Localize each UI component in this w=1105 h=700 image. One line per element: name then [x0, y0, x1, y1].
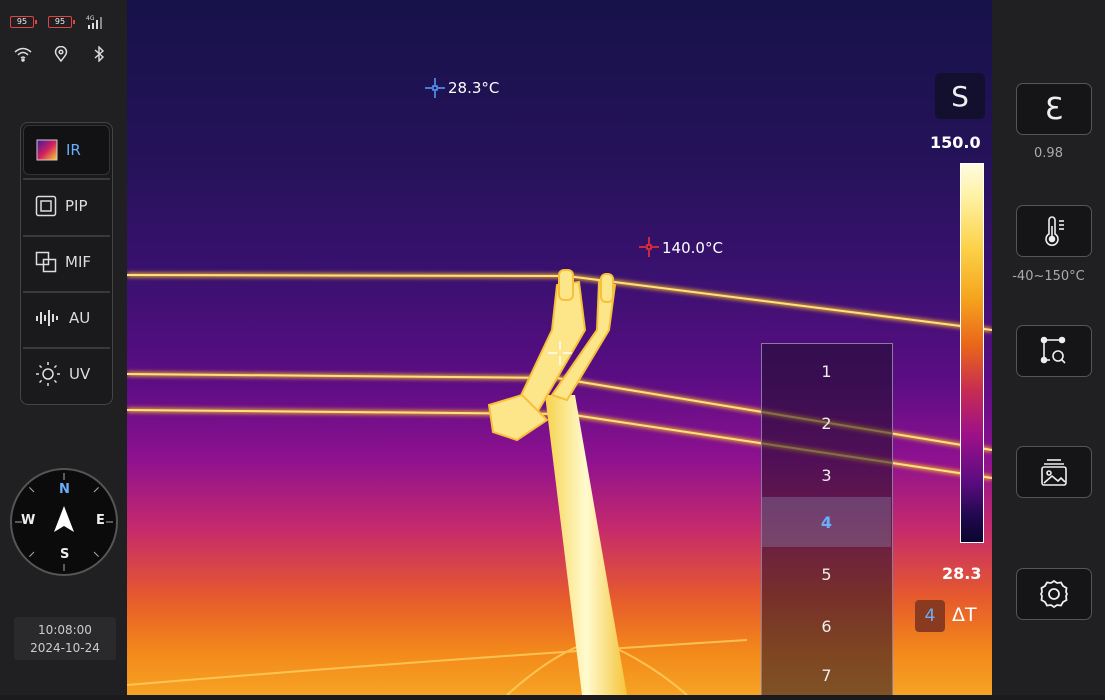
- mif-mode-icon: [35, 251, 57, 273]
- scale-max-value[interactable]: 150.0: [930, 133, 981, 152]
- min-temp-label: 28.3°C: [448, 79, 500, 97]
- time-text: 10:08:00: [38, 623, 92, 637]
- picker-option[interactable]: 3: [762, 450, 891, 500]
- battery-1-icon: 95: [10, 16, 37, 28]
- picker-option-selected[interactable]: 4: [762, 497, 891, 547]
- mode-selector: IR PIP MIF AU UV: [20, 122, 113, 405]
- compass-west: W: [21, 513, 36, 528]
- picker-option[interactable]: 2: [762, 398, 891, 448]
- compass-north: N: [59, 482, 70, 497]
- emissivity-value: 0.98: [1034, 146, 1063, 161]
- picker-option[interactable]: 6: [762, 601, 891, 651]
- max-temp-crosshair-icon: [639, 237, 659, 257]
- mode-button-mif[interactable]: MIF: [23, 237, 110, 287]
- battery-2-level: 95: [54, 17, 66, 26]
- thermometer-icon: [1045, 216, 1064, 246]
- emissivity-icon: Ɛ: [1044, 91, 1064, 127]
- scale-mode-glyph: S: [951, 79, 969, 113]
- measure-search-icon: [1040, 336, 1066, 364]
- center-crosshair-icon: [548, 341, 572, 365]
- settings-button[interactable]: [1016, 568, 1092, 620]
- mode-divider: [23, 178, 110, 180]
- mode-button-pip[interactable]: PIP: [23, 181, 110, 231]
- sun-uv-icon: [36, 362, 60, 386]
- color-palette-bar: [960, 163, 984, 543]
- compass: N E S W: [10, 468, 118, 576]
- mode-label-ir: IR: [66, 141, 81, 159]
- status-row-top: 95 95 4G: [10, 14, 104, 30]
- gear-icon: [1039, 579, 1069, 609]
- mode-label-mif: MIF: [65, 253, 91, 271]
- datetime-display: 10:08:00 2024-10-24: [14, 617, 116, 660]
- gallery-icon: [1041, 459, 1067, 486]
- scale-min-value[interactable]: 28.3: [942, 564, 981, 583]
- audio-waveform-icon: [36, 310, 58, 326]
- temperature-range-value: -40~150°C: [1012, 269, 1085, 284]
- mode-button-uv[interactable]: UV: [23, 349, 110, 399]
- measurement-tools-button[interactable]: [1016, 325, 1092, 377]
- bluetooth-icon: [90, 46, 108, 62]
- location-icon: [52, 46, 70, 62]
- mode-label-pip: PIP: [65, 197, 88, 215]
- emissivity-button[interactable]: Ɛ: [1016, 83, 1092, 135]
- battery-2-icon: 95: [48, 16, 75, 28]
- delta-t-label[interactable]: ΔT: [952, 604, 977, 626]
- compass-east: E: [96, 513, 105, 528]
- cellular-signal-icon: 4G: [86, 14, 104, 30]
- mode-button-ir[interactable]: IR: [23, 125, 110, 175]
- scale-mode-button[interactable]: S: [935, 73, 985, 119]
- mode-label-uv: UV: [69, 365, 91, 383]
- picker-option[interactable]: 7: [762, 650, 891, 700]
- status-row-bottom: [14, 46, 108, 62]
- max-temp-label: 140.0°C: [662, 239, 723, 257]
- picker-option[interactable]: 1: [762, 346, 891, 396]
- pip-mode-icon: [35, 195, 57, 217]
- wifi-icon: [14, 46, 32, 62]
- ir-mode-icon: [36, 139, 58, 161]
- gallery-button[interactable]: [1016, 446, 1092, 498]
- compass-needle-icon: [54, 506, 74, 532]
- svg-text:4G: 4G: [86, 15, 95, 22]
- value-picker[interactable]: 1 2 3 4 5 6 7: [761, 343, 893, 695]
- picker-option[interactable]: 5: [762, 549, 891, 599]
- mode-label-au: AU: [69, 309, 91, 327]
- delta-value-badge[interactable]: 4: [915, 600, 945, 632]
- min-temp-crosshair-icon: [425, 78, 445, 98]
- date-text: 2024-10-24: [30, 641, 100, 655]
- temperature-range-button[interactable]: [1016, 205, 1092, 257]
- battery-1-level: 95: [16, 17, 28, 26]
- compass-south: S: [60, 547, 70, 562]
- mode-button-au[interactable]: AU: [23, 293, 110, 343]
